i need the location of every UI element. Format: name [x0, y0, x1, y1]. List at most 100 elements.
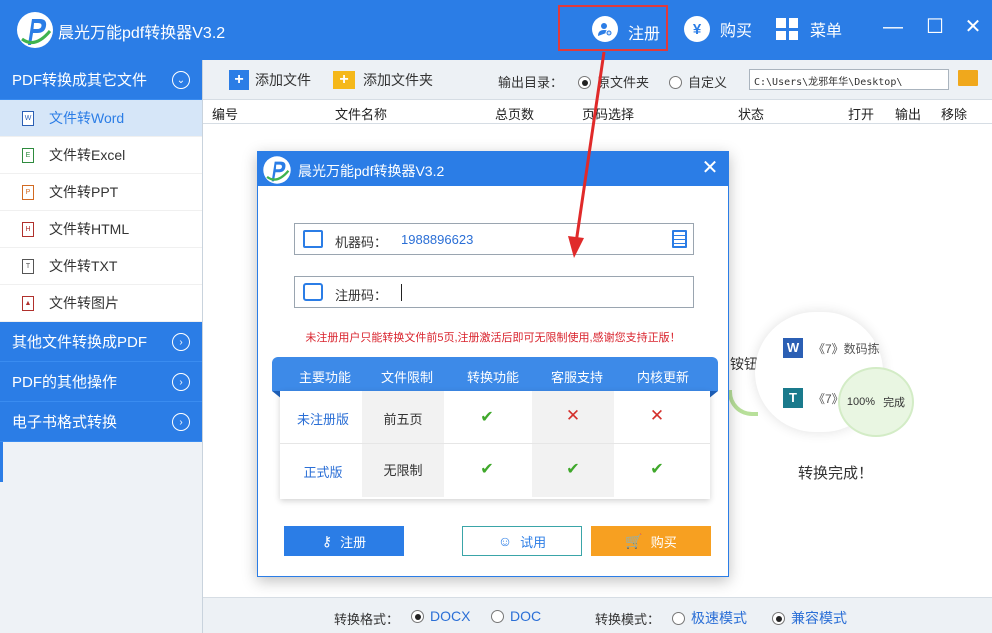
mode-compat-label: 兼容模式: [791, 610, 847, 626]
col-pages: 总页数: [495, 107, 535, 122]
grid-menu-icon: [776, 18, 798, 40]
machine-code-field[interactable]: 机器码： 1988896623: [294, 223, 694, 255]
compare-version-unregistered: 未注册版: [296, 412, 349, 427]
folder-icon[interactable]: [958, 70, 978, 86]
copy-document-icon[interactable]: [672, 230, 687, 248]
image-file-icon: ▲: [22, 295, 34, 311]
dialog-trial-button[interactable]: ☺ 试用: [462, 526, 582, 556]
chevron-right-icon: ›: [172, 373, 190, 391]
illustration-file-name: 《7》数码拣: [813, 341, 880, 356]
sidebar-group-other-to-pdf[interactable]: 其他文件转换成PDF ›: [0, 322, 202, 362]
add-file-label: 添加文件: [255, 72, 311, 88]
machine-code-label: 机器码：: [335, 235, 388, 250]
add-file-icon: +: [229, 70, 249, 90]
yen-icon: ¥: [684, 16, 710, 42]
compare-version-full: 正式版: [303, 465, 343, 480]
sidebar-group-label: PDF的其他操作: [12, 374, 118, 391]
minimize-button[interactable]: —: [880, 14, 906, 40]
text-cursor: [401, 284, 402, 301]
compare-header-cell: 主要功能: [298, 370, 351, 385]
format-doc-option[interactable]: DOC: [491, 608, 541, 624]
user-icon: ☺: [497, 533, 513, 549]
machine-code-value: 1988896623: [401, 232, 474, 247]
radio-selected-icon: [772, 612, 785, 625]
output-source-label: 原文件夹: [597, 75, 650, 90]
green-arrow-decoration: [728, 390, 758, 416]
file-table-header: 编号 文件名称 总页数 页码选择 状态 打开 输出 移除: [203, 100, 992, 124]
key-icon: ⚷: [321, 532, 333, 549]
sidebar-item-txt[interactable]: T 文件转TXT: [0, 248, 202, 285]
unregistered-warning: 未注册用户只能转换文件前5页,注册激活后即可无限制使用,感谢您支持正版！: [305, 332, 681, 344]
progress-value: 100%: [846, 396, 876, 408]
compare-limit: 无限制: [383, 463, 423, 478]
ppt-file-icon: P: [22, 184, 34, 200]
radio-icon: [669, 76, 682, 89]
sidebar-accent-strip: [0, 442, 3, 482]
conversion-done-text: 转换完成！: [798, 465, 874, 482]
app-logo-icon: [263, 156, 291, 184]
compare-header-cell: 内核更新: [636, 370, 689, 385]
excel-file-icon: E: [22, 147, 34, 163]
dialog-close-button[interactable]: ✕: [698, 156, 722, 180]
sidebar-item-ppt[interactable]: P 文件转PPT: [0, 174, 202, 211]
menu-button[interactable]: 菜单: [776, 13, 842, 45]
add-file-button[interactable]: + 添加文件: [229, 70, 311, 90]
cross-icon: ✕: [565, 406, 581, 425]
output-custom-option[interactable]: 自定义: [669, 72, 727, 91]
add-folder-label: 添加文件夹: [363, 72, 433, 88]
sidebar: PDF转换成其它文件 ⌄ W 文件转Word E 文件转Excel P 文件转P…: [0, 60, 203, 633]
sidebar-item-excel[interactable]: E 文件转Excel: [0, 137, 202, 174]
chevron-down-icon: ⌄: [172, 71, 190, 89]
format-label: 转换格式：: [334, 612, 400, 627]
sidebar-group-pdf-to-other[interactable]: PDF转换成其它文件 ⌄: [0, 60, 202, 100]
col-index: 编号: [212, 107, 239, 122]
radio-selected-icon: [411, 610, 424, 623]
dialog-title: 晨光万能pdf转换器V3.2: [298, 163, 445, 179]
output-source-option[interactable]: 原文件夹: [578, 72, 649, 91]
add-folder-button[interactable]: + 添加文件夹: [333, 70, 433, 90]
register-button[interactable]: 注册: [558, 5, 668, 51]
sidebar-group-label: 电子书格式转换: [12, 414, 118, 431]
menu-label: 菜单: [810, 23, 843, 40]
dialog-register-label: 注册: [340, 534, 367, 550]
bottom-bar: 转换格式： DOCX DOC 转换模式： 极速模式 兼容模式: [203, 597, 992, 633]
dialog-register-button[interactable]: ⚷ 注册: [284, 526, 404, 556]
compare-table-header: 主要功能 文件限制 转换功能 客服支持 内核更新: [272, 357, 718, 399]
check-icon: ✔: [480, 409, 494, 426]
register-dialog: 晨光万能pdf转换器V3.2 ✕ 机器码： 1988896623 注册码： 未注…: [257, 151, 729, 577]
maximize-button[interactable]: ☐: [922, 14, 948, 40]
chevron-right-icon: ›: [172, 413, 190, 431]
register-code-field[interactable]: 注册码：: [294, 276, 694, 308]
sidebar-group-pdf-other-ops[interactable]: PDF的其他操作 ›: [0, 362, 202, 402]
dialog-title-bar: 晨光万能pdf转换器V3.2 ✕: [258, 152, 728, 186]
html-file-icon: H: [22, 221, 34, 237]
add-folder-icon: +: [333, 71, 355, 89]
compare-table-body: 未注册版 前五页 ✔ ✕ ✕ 正式版 无限制 ✔ ✔ ✔: [280, 391, 710, 499]
progress-status: 完成: [883, 397, 906, 409]
sidebar-item-image[interactable]: ▲ 文件转图片: [0, 285, 202, 322]
sidebar-item-label: 文件转PPT: [49, 184, 119, 200]
compare-limit: 前五页: [383, 412, 423, 427]
register-code-label: 注册码：: [335, 288, 388, 303]
output-path-field[interactable]: C:\Users\龙邪年华\Desktop\: [749, 69, 949, 90]
sidebar-group-ebook[interactable]: 电子书格式转换 ›: [0, 402, 202, 442]
close-button[interactable]: ✕: [960, 14, 986, 40]
upload-icon: [303, 283, 323, 301]
toolbar: + 添加文件 + 添加文件夹 输出目录： 原文件夹 自定义 C:\Users\龙…: [203, 60, 992, 100]
sidebar-item-label: 文件转HTML: [49, 221, 130, 237]
radio-icon: [672, 612, 685, 625]
chevron-right-icon: ›: [172, 333, 190, 351]
text-app-icon: T: [783, 388, 803, 408]
sidebar-item-word[interactable]: W 文件转Word: [0, 100, 202, 137]
buy-button[interactable]: ¥ 购买: [684, 13, 752, 45]
dialog-buy-button[interactable]: 🛒 购买: [591, 526, 711, 556]
col-output: 输出: [895, 107, 922, 122]
sidebar-item-label: 文件转图片: [49, 295, 119, 311]
sidebar-item-html[interactable]: H 文件转HTML: [0, 211, 202, 248]
output-custom-label: 自定义: [688, 75, 728, 90]
compare-header-cell: 转换功能: [466, 370, 519, 385]
mode-fast-option[interactable]: 极速模式: [672, 608, 747, 628]
format-docx-option[interactable]: DOCX: [411, 608, 470, 624]
mode-compat-option[interactable]: 兼容模式: [772, 608, 847, 628]
illustration-file-row: T 《7》: [783, 388, 844, 408]
